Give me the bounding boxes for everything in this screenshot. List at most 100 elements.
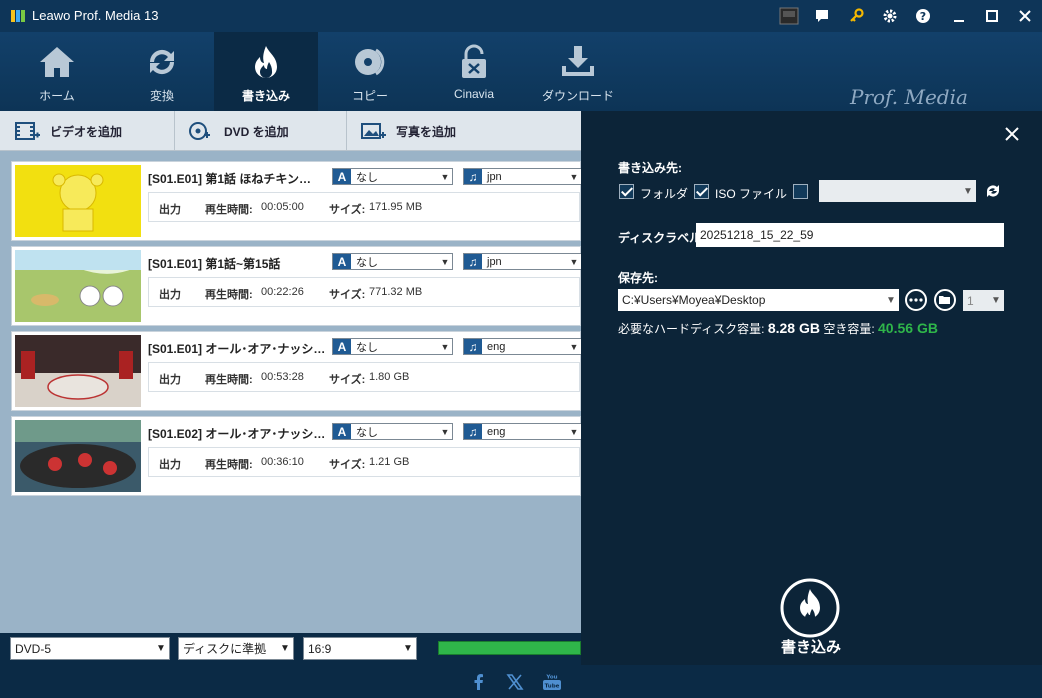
audio-select[interactable]: ♫ eng ▼ bbox=[463, 338, 582, 355]
close-icon[interactable] bbox=[1014, 6, 1036, 26]
home-icon bbox=[40, 47, 74, 77]
quality-value: ディスクに準拠 bbox=[183, 642, 267, 656]
save-to-label: 保存先: bbox=[618, 271, 658, 285]
audio-select[interactable]: ♫ eng ▼ bbox=[463, 423, 582, 440]
music-note-icon: ♫ bbox=[464, 254, 482, 269]
size-value: 771.32 MB bbox=[369, 286, 423, 298]
folder-checkbox[interactable] bbox=[619, 184, 634, 199]
burn-button-icon[interactable] bbox=[779, 577, 841, 639]
folder-label: フォルダ bbox=[640, 187, 689, 201]
close-panel-icon[interactable] bbox=[1004, 126, 1020, 142]
burn-to-label: 書き込み先: bbox=[618, 161, 682, 175]
nav-home[interactable]: ホーム bbox=[5, 32, 109, 111]
copies-select[interactable]: 1 ▼ bbox=[963, 290, 1004, 311]
browse-button[interactable] bbox=[905, 289, 927, 311]
add-dvd-button[interactable]: DVD を追加 bbox=[188, 111, 289, 151]
video-thumbnail bbox=[15, 420, 141, 492]
gear-icon[interactable] bbox=[879, 6, 901, 26]
disc-drive-select[interactable]: ▼ bbox=[819, 180, 976, 202]
iso-label: ISO ファイル bbox=[715, 187, 788, 201]
save-path-value: C:¥Users¥Moyea¥Desktop bbox=[622, 293, 766, 307]
disc-checkbox[interactable] bbox=[793, 184, 808, 199]
video-title: [S01.E01] 第1話 ほねチキン… bbox=[148, 172, 312, 186]
amd-icon bbox=[778, 6, 800, 26]
burn-button-label[interactable]: 書き込み bbox=[761, 636, 861, 657]
film-icon bbox=[15, 122, 40, 140]
nav-cinavia[interactable]: Cinavia bbox=[422, 32, 526, 111]
duration-label: 再生時間: bbox=[205, 374, 253, 386]
add-photo-button[interactable]: 写真を追加 bbox=[360, 111, 456, 151]
disc-label-value: 20251218_15_22_59 bbox=[700, 228, 814, 242]
save-path-select[interactable]: C:¥Users¥Moyea¥Desktop ▼ bbox=[618, 289, 899, 311]
music-note-icon: ♫ bbox=[464, 339, 482, 354]
aspect-select[interactable]: 16:9 ▼ bbox=[303, 637, 417, 660]
chevron-down-icon: ▼ bbox=[569, 256, 579, 267]
chevron-down-icon: ▼ bbox=[440, 171, 450, 182]
info-row: 出力 再生時間: 00:53:28 サイズ: 1.80 GB bbox=[148, 362, 580, 392]
duration-value: 00:53:28 bbox=[261, 371, 304, 383]
audio-select[interactable]: ♫ jpn ▼ bbox=[463, 253, 582, 270]
disc-label-input[interactable]: 20251218_15_22_59 bbox=[696, 223, 1004, 247]
maximize-icon[interactable] bbox=[981, 6, 1003, 26]
audio-value: jpn bbox=[487, 170, 502, 183]
subtitle-select[interactable]: A なし ▼ bbox=[332, 253, 453, 270]
subtitle-select[interactable]: A なし ▼ bbox=[332, 168, 453, 185]
nav-copy[interactable]: コピー bbox=[318, 32, 422, 111]
nav-download[interactable]: ダウンロード bbox=[526, 32, 630, 111]
chevron-down-icon: ▼ bbox=[569, 341, 579, 352]
audio-select[interactable]: ♫ jpn ▼ bbox=[463, 168, 582, 185]
chat-icon[interactable] bbox=[811, 6, 833, 26]
nav-convert[interactable]: 変換 bbox=[110, 32, 214, 111]
subtitle-select[interactable]: A なし ▼ bbox=[332, 338, 453, 355]
nav-home-label: ホーム bbox=[39, 89, 75, 103]
x-icon[interactable] bbox=[506, 673, 524, 691]
list-item[interactable]: [S01.E01] 第1話~第15話 A なし ▼ ♫ jpn ▼ 出力 再生時間: 0… bbox=[11, 246, 582, 326]
youtube-icon[interactable]: You Tube bbox=[542, 673, 562, 691]
info-row: 出力 再生時間: 00:22:26 サイズ: 771.32 MB bbox=[148, 277, 580, 307]
video-title: [S01.E01] オール･オア･ナッシ… bbox=[148, 342, 326, 356]
nav-convert-label: 変換 bbox=[149, 89, 174, 103]
copies-value: 1 bbox=[967, 293, 974, 308]
add-video-button[interactable]: ビデオを追加 bbox=[14, 111, 122, 151]
burn-icon bbox=[255, 46, 277, 79]
disc-usage-bar bbox=[438, 641, 581, 655]
convert-icon bbox=[149, 49, 175, 75]
chevron-down-icon: ▼ bbox=[440, 256, 450, 267]
add-toolbar: ビデオを追加 DVD を追加 写真を追加 bbox=[0, 111, 581, 151]
output-label[interactable]: 出力 bbox=[159, 201, 181, 217]
list-item[interactable]: [S01.E01] オール･オア･ナッシ… A なし ▼ ♫ eng ▼ 出力 再生時間… bbox=[11, 331, 582, 411]
iso-checkbox[interactable] bbox=[694, 184, 709, 199]
subtitle-select[interactable]: A なし ▼ bbox=[332, 423, 453, 440]
chevron-down-icon: ▼ bbox=[280, 643, 290, 654]
photo-add-icon bbox=[361, 123, 386, 139]
output-label[interactable]: 出力 bbox=[159, 456, 181, 472]
chevron-down-icon: ▼ bbox=[886, 294, 896, 306]
title-bar: Leawo Prof. Media 13 ? bbox=[0, 0, 1042, 32]
nav-copy-label: コピー bbox=[351, 89, 388, 103]
facebook-icon[interactable] bbox=[470, 673, 488, 691]
chevron-down-icon: ▼ bbox=[440, 341, 450, 352]
subtitle-value: なし bbox=[356, 256, 378, 269]
chevron-down-icon: ▼ bbox=[156, 643, 166, 654]
output-label[interactable]: 出力 bbox=[159, 371, 181, 387]
aspect-value: 16:9 bbox=[308, 641, 332, 656]
video-list: [S01.E01] 第1話 ほねチキン… A なし ▼ ♫ jpn ▼ 出力 再生時間:… bbox=[0, 151, 582, 633]
minimize-icon[interactable] bbox=[948, 6, 970, 26]
disk-space-info: 必要なハードディスク容量: 8.28 GB 空き容量: 40.56 GB bbox=[618, 320, 938, 337]
list-item[interactable]: [S01.E01] 第1話 ほねチキン… A なし ▼ ♫ jpn ▼ 出力 再生時間:… bbox=[11, 161, 582, 241]
list-item[interactable]: [S01.E02] オール･オア･ナッシ… A なし ▼ ♫ eng ▼ 出力 再生時間… bbox=[11, 416, 582, 496]
music-note-icon: ♫ bbox=[464, 424, 482, 439]
chevron-down-icon: ▼ bbox=[440, 426, 450, 437]
key-icon[interactable] bbox=[846, 6, 868, 26]
duration-value: 00:05:00 bbox=[261, 201, 304, 213]
required-space-label: 必要なハードディスク容量: bbox=[618, 322, 765, 336]
disc-type-select[interactable]: DVD-5 ▼ bbox=[10, 637, 170, 660]
output-label[interactable]: 出力 bbox=[159, 286, 181, 302]
dvd-add-icon bbox=[189, 122, 210, 140]
open-folder-button[interactable] bbox=[934, 289, 956, 311]
help-icon[interactable]: ? bbox=[912, 6, 934, 26]
refresh-icon[interactable] bbox=[984, 182, 1002, 200]
disc-label-label: ディスクラベル: bbox=[618, 231, 706, 245]
nav-burn[interactable]: 書き込み bbox=[214, 32, 318, 111]
quality-select[interactable]: ディスクに準拠 ▼ bbox=[178, 637, 294, 660]
